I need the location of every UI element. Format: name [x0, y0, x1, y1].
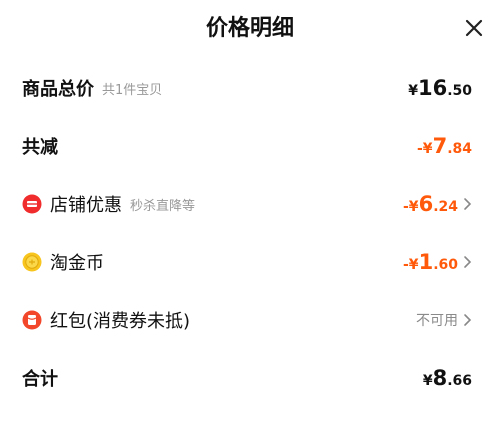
red-packet-icon: [22, 310, 42, 330]
chevron-right-icon: [464, 314, 472, 326]
price-detail-sheet: 价格明细 商品总价 共1件宝贝 ¥ 16 .50 共减 -¥ 7 .84 店铺优…: [0, 0, 500, 425]
coins-amount: -¥ 1 .60: [403, 250, 458, 274]
red-packet-status: 不可用: [416, 313, 458, 329]
discount-total-amount: -¥ 7 .84: [417, 134, 472, 158]
close-button[interactable]: [456, 10, 492, 46]
row-shop-discount[interactable]: 店铺优惠 秒杀直降等 -¥ 6 .24: [0, 184, 500, 224]
grand-total-amount: ¥ 8 .66: [422, 366, 472, 390]
sheet-header: 价格明细: [0, 0, 500, 56]
gold-coin-icon: [22, 252, 42, 272]
red-packet-label: 红包(消费券未抵): [50, 311, 191, 332]
total-goods-label: 商品总价: [22, 79, 94, 100]
item-count-note: 共1件宝贝: [102, 82, 163, 98]
shop-discount-note: 秒杀直降等: [130, 198, 196, 214]
chevron-right-icon: [464, 198, 472, 210]
shop-discount-amount: -¥ 6 .24: [403, 192, 458, 216]
row-total-goods: 商品总价 共1件宝贝 ¥ 16 .50: [0, 68, 500, 108]
close-icon: [465, 19, 483, 37]
row-red-packet[interactable]: 红包(消费券未抵) 不可用: [0, 300, 500, 340]
shop-discount-label: 店铺优惠: [50, 195, 122, 216]
row-discount-total: 共减 -¥ 7 .84: [0, 126, 500, 166]
total-goods-amount: ¥ 16 .50: [408, 76, 472, 100]
row-grand-total: 合计 ¥ 8 .66: [0, 358, 500, 398]
row-coins: 淘金币 -¥ 1 .60: [0, 242, 500, 282]
discount-total-label: 共减: [22, 137, 58, 158]
page-title: 价格明细: [205, 16, 294, 41]
chevron-right-icon: [464, 256, 472, 268]
coins-label: 淘金币: [50, 253, 104, 274]
shop-discount-icon: [22, 194, 42, 214]
grand-total-label: 合计: [22, 369, 58, 390]
